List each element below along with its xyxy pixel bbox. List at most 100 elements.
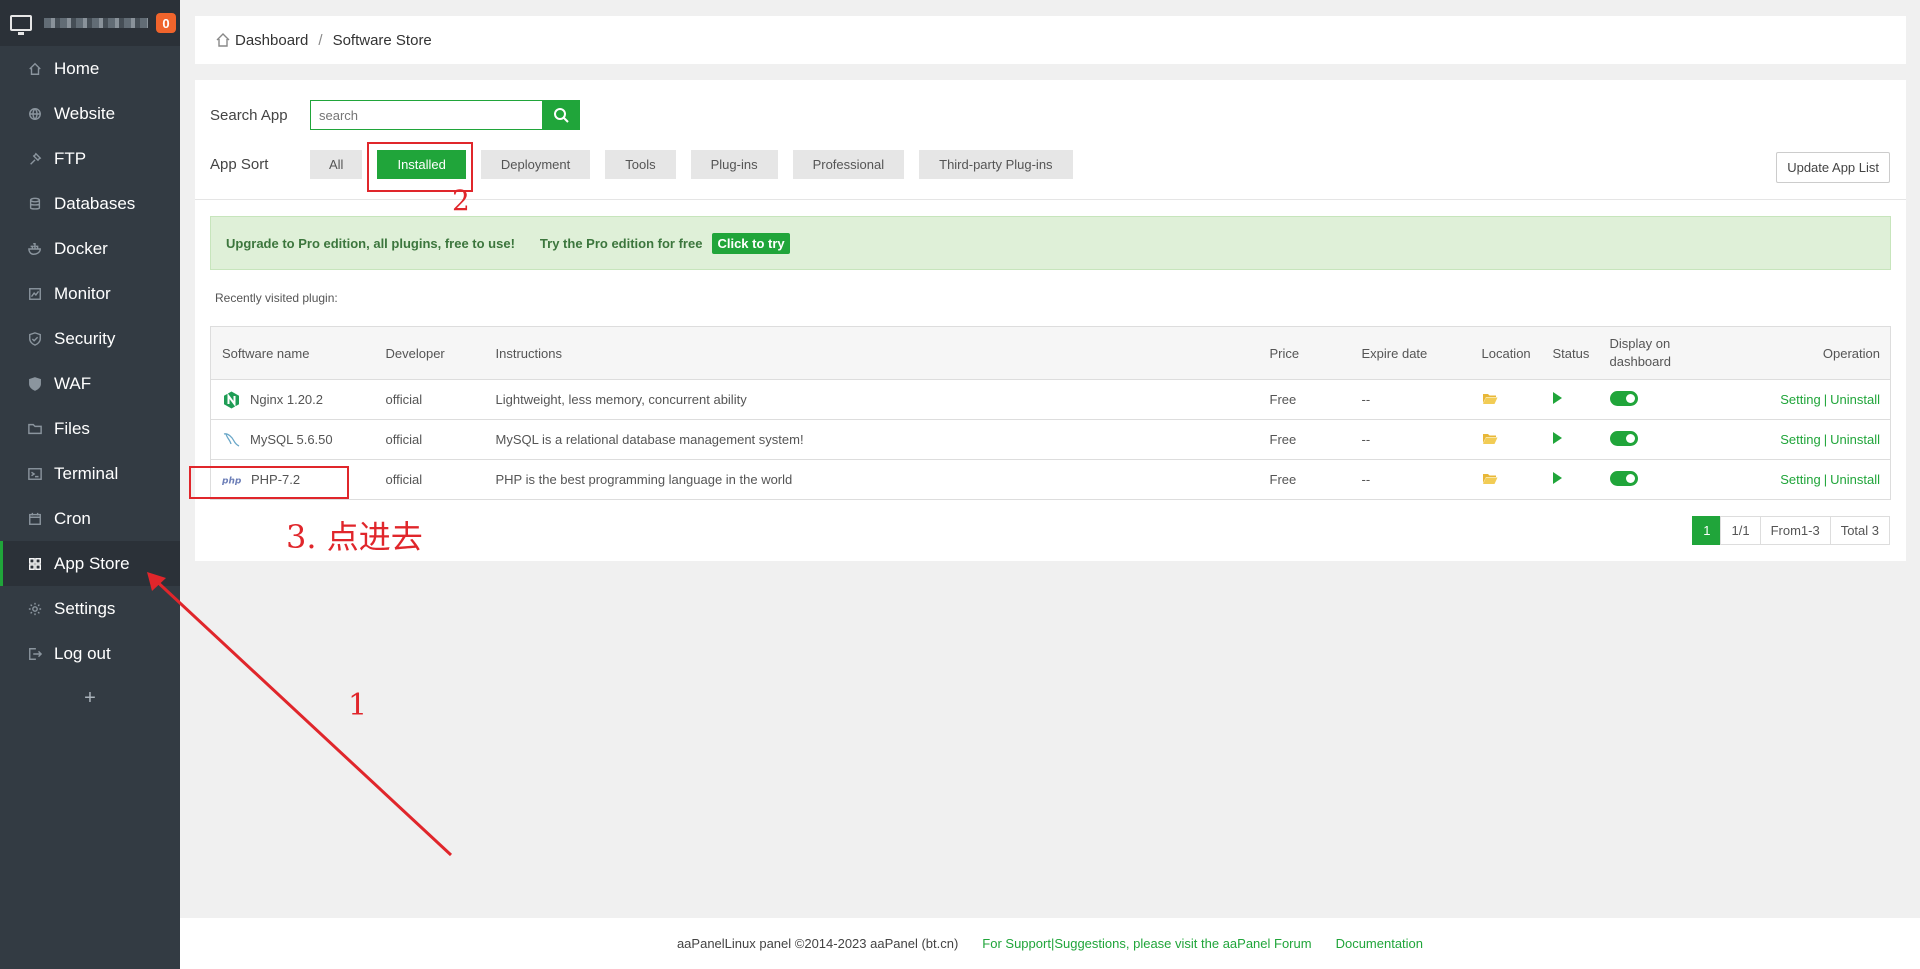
- sidebar-item-label: App Store: [54, 553, 130, 573]
- sidebar-item-docker[interactable]: Docker: [0, 226, 180, 271]
- globe-icon: [28, 107, 42, 121]
- sidebar-item-monitor[interactable]: Monitor: [0, 271, 180, 316]
- status-running-icon[interactable]: [1552, 432, 1562, 444]
- open-folder-icon[interactable]: [1482, 473, 1498, 488]
- home-icon: [28, 62, 42, 76]
- sort-tools-button[interactable]: Tools: [605, 150, 676, 179]
- setting-link[interactable]: Setting: [1780, 432, 1820, 447]
- waf-shield-icon: [28, 376, 42, 391]
- annotation-step-1: 1: [348, 688, 368, 723]
- sidebar-item-label: Terminal: [54, 463, 119, 483]
- search-input[interactable]: [310, 100, 542, 130]
- developer-cell: official: [374, 379, 485, 420]
- shield-icon: [28, 331, 42, 346]
- status-running-icon[interactable]: [1552, 392, 1562, 404]
- search-label: Search App: [210, 106, 288, 124]
- col-price: Price: [1258, 326, 1351, 380]
- recent-plugins-label: Recently visited plugin:: [215, 291, 338, 305]
- footer-forum-link[interactable]: For Support|Suggestions, please visit th…: [982, 936, 1311, 951]
- display-on-dashboard-toggle[interactable]: [1609, 390, 1638, 406]
- calendar-icon: [28, 512, 42, 526]
- table-row: Nginx 1.20.2 official Lightweight, less …: [210, 379, 1891, 420]
- sort-professional-button[interactable]: Professional: [792, 150, 905, 179]
- breadcrumb-dashboard-link[interactable]: Dashboard: [235, 32, 308, 49]
- operation-separator: |: [1823, 432, 1828, 447]
- sidebar-item-logout[interactable]: Log out: [0, 631, 180, 676]
- database-icon: [28, 197, 42, 211]
- ftp-icon: [28, 152, 42, 166]
- sidebar-item-home[interactable]: Home: [0, 46, 180, 91]
- sidebar-item-label: Docker: [54, 238, 108, 258]
- sidebar-item-terminal[interactable]: Terminal: [0, 451, 180, 496]
- page-count: 1/1: [1720, 516, 1761, 545]
- add-shortcut-button[interactable]: +: [0, 676, 180, 721]
- uninstall-link[interactable]: Uninstall: [1830, 432, 1880, 447]
- instructions-cell: PHP is the best programming language in …: [484, 459, 1259, 500]
- sidebar-item-security[interactable]: Security: [0, 316, 180, 361]
- sort-all-button[interactable]: All: [310, 150, 363, 179]
- setting-link[interactable]: Setting: [1780, 392, 1820, 407]
- nginx-icon: [222, 391, 240, 409]
- sort-deployment-button[interactable]: Deployment: [480, 150, 591, 179]
- display-dashboard-cell: [1598, 459, 1734, 500]
- sidebar-item-website[interactable]: Website: [0, 91, 180, 136]
- status-cell: [1541, 459, 1599, 500]
- location-cell: [1470, 379, 1542, 420]
- status-running-icon[interactable]: [1552, 472, 1562, 484]
- notification-badge[interactable]: 0: [156, 13, 176, 33]
- pro-upgrade-banner: Upgrade to Pro edition, all plugins, fre…: [210, 216, 1891, 270]
- operation-cell: Setting | Uninstall: [1733, 459, 1891, 500]
- display-on-dashboard-toggle[interactable]: [1609, 470, 1638, 486]
- search-row: Search App: [210, 100, 580, 130]
- server-monitor-icon: [10, 15, 32, 35]
- page-current[interactable]: 1: [1692, 516, 1722, 545]
- display-on-dashboard-toggle[interactable]: [1609, 430, 1638, 446]
- footer: aaPanelLinux panel ©2014-2023 aaPanel (b…: [180, 918, 1920, 969]
- col-software-name[interactable]: Software name: [210, 326, 375, 380]
- sort-third-party-button[interactable]: Third-party Plug-ins: [919, 150, 1073, 179]
- sort-plugins-button[interactable]: Plug-ins: [690, 150, 778, 179]
- sidebar-item-files[interactable]: Files: [0, 406, 180, 451]
- sidebar-item-settings[interactable]: Settings: [0, 586, 180, 631]
- footer-documentation-link[interactable]: Documentation: [1336, 936, 1423, 951]
- expire-date-cell: --: [1350, 379, 1471, 420]
- sidebar-item-app-store[interactable]: App Store: [0, 541, 180, 586]
- docker-icon: [28, 242, 42, 256]
- table-row: php PHP-7.2 official PHP is the best pro…: [210, 459, 1891, 500]
- gear-icon: [28, 602, 42, 616]
- search-button[interactable]: [542, 100, 580, 130]
- expire-date-cell: --: [1350, 419, 1471, 460]
- sidebar-item-label: FTP: [54, 148, 87, 168]
- open-folder-icon[interactable]: [1482, 393, 1498, 408]
- search-icon: [554, 108, 569, 123]
- col-location: Location: [1470, 326, 1542, 380]
- annotation-step-3: 3. 点进去: [286, 518, 423, 556]
- sidebar-item-label: Monitor: [54, 283, 111, 303]
- open-folder-icon[interactable]: [1482, 433, 1498, 448]
- sidebar: 0 Home Website FTP Databases Docker Moni…: [0, 0, 180, 969]
- software-name-cell[interactable]: Nginx 1.20.2: [210, 379, 375, 420]
- sidebar-item-label: WAF: [54, 373, 92, 393]
- setting-link[interactable]: Setting: [1780, 472, 1820, 487]
- uninstall-link[interactable]: Uninstall: [1830, 472, 1880, 487]
- sidebar-item-databases[interactable]: Databases: [0, 181, 180, 226]
- software-name: Nginx 1.20.2: [250, 392, 323, 407]
- update-app-list-button[interactable]: Update App List: [1776, 152, 1890, 183]
- sidebar-item-label: Log out: [54, 643, 111, 663]
- click-to-try-button[interactable]: Click to try: [712, 232, 790, 254]
- sidebar-item-cron[interactable]: Cron: [0, 496, 180, 541]
- breadcrumb-current: Software Store: [332, 31, 432, 49]
- display-dashboard-cell: [1598, 419, 1734, 460]
- developer-cell: official: [374, 459, 485, 500]
- sidebar-nav: Home Website FTP Databases Docker Monito…: [0, 46, 180, 676]
- operation-separator: |: [1823, 392, 1828, 407]
- uninstall-link[interactable]: Uninstall: [1830, 392, 1880, 407]
- sidebar-item-waf[interactable]: WAF: [0, 361, 180, 406]
- app-sort-label: App Sort: [210, 156, 269, 173]
- software-name-cell[interactable]: MySQL 5.6.50: [210, 419, 375, 460]
- col-operation: Operation: [1733, 326, 1891, 380]
- sidebar-item-label: Home: [54, 58, 100, 78]
- table-row: MySQL 5.6.50 official MySQL is a relatio…: [210, 419, 1891, 460]
- sidebar-item-ftp[interactable]: FTP: [0, 136, 180, 181]
- sidebar-item-label: Security: [54, 328, 116, 348]
